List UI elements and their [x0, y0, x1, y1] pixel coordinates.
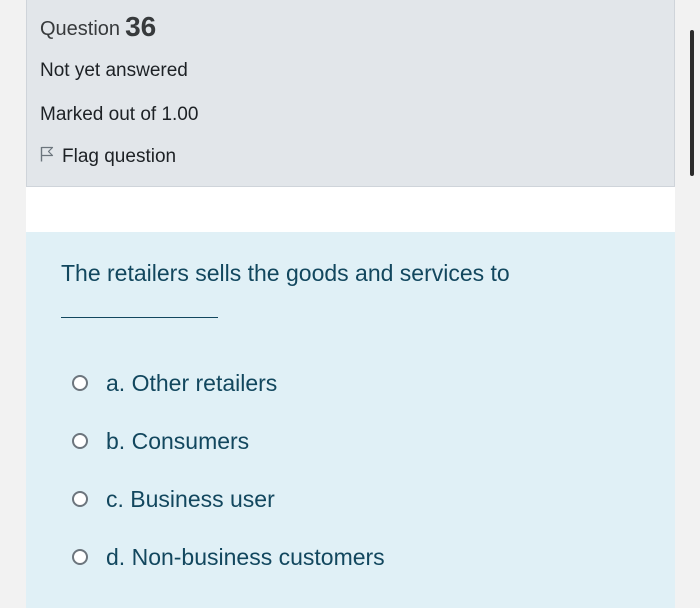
radio-button-b[interactable]	[72, 433, 88, 449]
option-d-label: d. Non-business customers	[106, 543, 385, 570]
question-label: Question	[40, 18, 121, 40]
option-c[interactable]: c. Business user	[72, 483, 385, 515]
question-content: The retailers sells the goods and servic…	[26, 232, 675, 608]
option-b-label: b. Consumers	[106, 427, 250, 454]
answer-blank-line	[61, 317, 218, 318]
option-c-label: c. Business user	[106, 485, 275, 512]
quiz-page: Question 36 Not yet answered Marked out o…	[0, 0, 700, 608]
question-text: The retailers sells the goods and servic…	[61, 260, 510, 286]
flag-question-link[interactable]: Flag question	[40, 146, 176, 168]
separator	[26, 187, 675, 232]
question-number: 36	[125, 11, 157, 42]
question-title: Question 36	[40, 10, 156, 42]
option-a[interactable]: a. Other retailers	[72, 367, 385, 399]
flag-icon	[40, 146, 62, 168]
question-state: Not yet answered	[40, 60, 188, 81]
question-info-box: Question 36 Not yet answered Marked out o…	[26, 0, 675, 187]
flag-question-label: Flag question	[62, 146, 177, 167]
option-d[interactable]: d. Non-business customers	[72, 541, 385, 573]
option-a-label: a. Other retailers	[106, 369, 278, 396]
question-grade: Marked out of 1.00	[40, 104, 199, 125]
radio-button-c[interactable]	[72, 491, 88, 507]
radio-button-d[interactable]	[72, 549, 88, 565]
option-b[interactable]: b. Consumers	[72, 425, 385, 457]
answer-options: a. Other retailers b. Consumers c. Busin…	[72, 367, 385, 599]
radio-button-a[interactable]	[72, 375, 88, 391]
scrollbar-thumb[interactable]	[690, 30, 694, 176]
